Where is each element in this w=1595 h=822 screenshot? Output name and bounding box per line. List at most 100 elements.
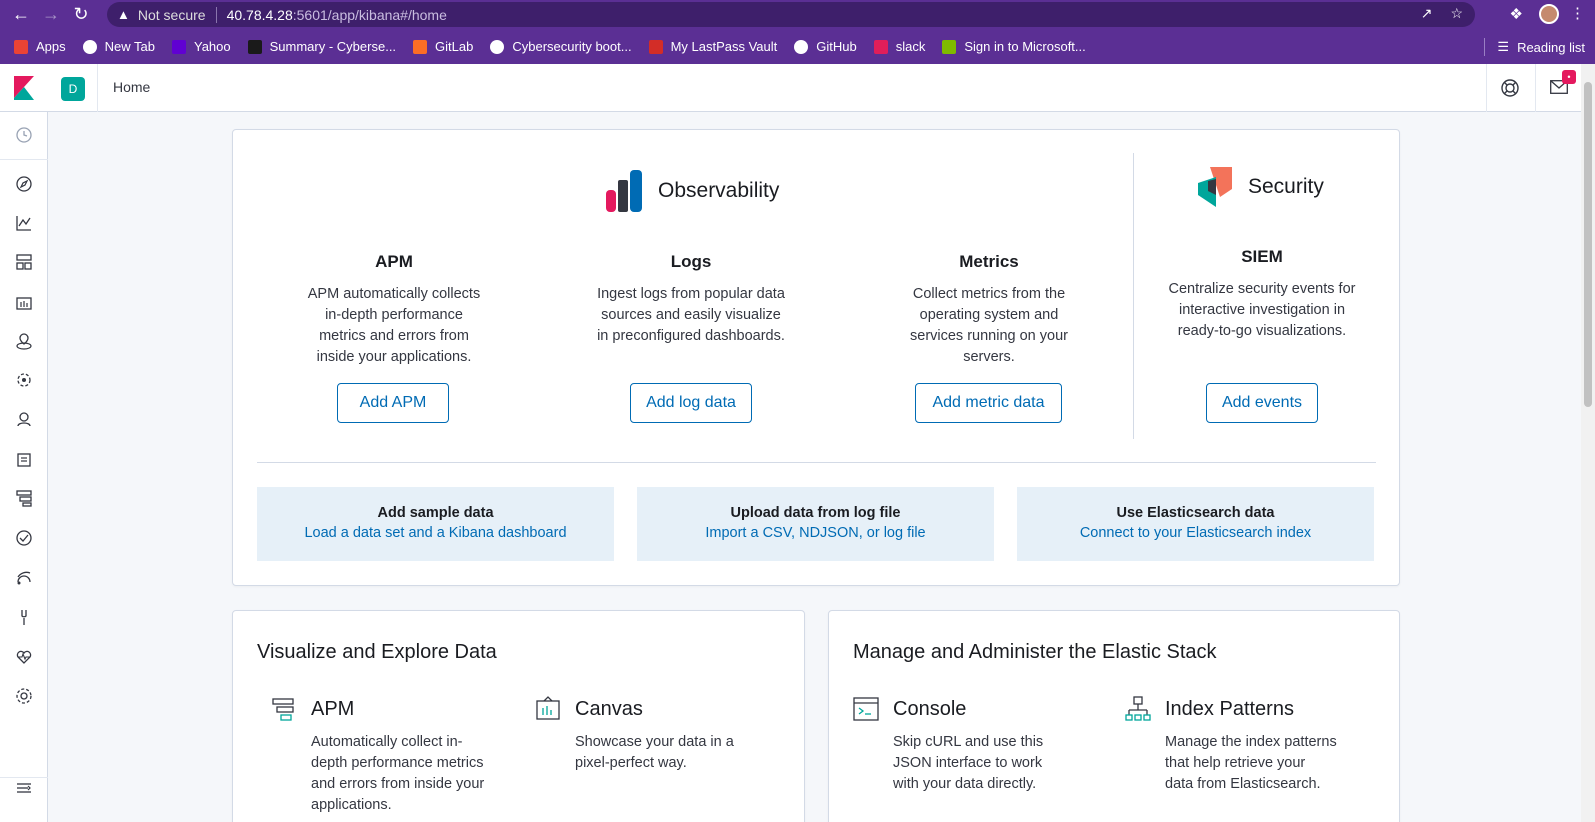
add-sample-data-tile[interactable]: Add sample data Load a data set and a Ki… xyxy=(257,487,614,561)
maps-icon[interactable] xyxy=(14,331,34,351)
observability-icon xyxy=(606,170,642,212)
logs-feature-title: Logs xyxy=(670,252,712,271)
index-patterns-app-entry[interactable]: Index Patterns Manage the index patterns… xyxy=(1125,696,1375,795)
canvas-icon[interactable] xyxy=(14,292,34,312)
bookmark-label: GitLab xyxy=(435,39,474,54)
share-icon[interactable]: ↗ xyxy=(1421,5,1433,22)
address-divider xyxy=(215,6,217,23)
metrics-desc-line: servers. xyxy=(963,349,1015,365)
app-name: Console xyxy=(893,697,967,720)
apm-desc-line: in-depth performance xyxy=(325,307,463,323)
use-elasticsearch-data-tile[interactable]: Use Elasticsearch data Connect to your E… xyxy=(1017,487,1374,561)
tile-link[interactable]: Connect to your Elasticsearch index xyxy=(1017,525,1374,541)
help-icon[interactable] xyxy=(1500,78,1520,98)
upload-log-file-tile[interactable]: Upload data from log file Import a CSV, … xyxy=(637,487,994,561)
bookmark-label: GitHub xyxy=(816,39,857,54)
bookmark-item[interactable]: GitLab xyxy=(413,39,473,54)
console-app-entry[interactable]: Console Skip cURL and use this JSON inter… xyxy=(853,696,1093,795)
bookmark-icon xyxy=(247,39,262,54)
manage-title: Manage and Administer the Elastic Stack xyxy=(853,641,1217,663)
app-desc-line: applications. xyxy=(311,797,392,813)
security-heading: Security xyxy=(1198,167,1324,207)
tile-title: Upload data from log file xyxy=(730,505,901,521)
bookmark-item[interactable]: Yahoo xyxy=(171,39,231,54)
tile-link[interactable]: Load a data set and a Kibana dashboard xyxy=(257,525,614,541)
apm-icon[interactable] xyxy=(14,488,34,508)
warning-icon: ▲ xyxy=(117,7,130,22)
add-events-button[interactable]: Add events xyxy=(1206,383,1318,423)
add-log-data-button[interactable]: Add log data xyxy=(630,383,752,423)
apm-app-entry[interactable]: APM Automatically collect in-depth perfo… xyxy=(271,696,511,816)
collapse-icon[interactable] xyxy=(14,778,34,798)
logs-icon[interactable] xyxy=(14,449,34,469)
bookmark-label: Summary - Cyberse... xyxy=(269,39,397,54)
bookmark-item[interactable]: Apps xyxy=(14,39,66,54)
profile-avatar[interactable] xyxy=(1539,4,1559,24)
recently-viewed-icon[interactable] xyxy=(14,125,34,145)
scrollbar-thumb[interactable] xyxy=(1584,82,1592,407)
reading-list-button[interactable]: ☰ Reading list xyxy=(1484,38,1585,56)
kibana-logo-icon[interactable] xyxy=(12,76,36,100)
bookmark-icon xyxy=(942,39,957,54)
bookmark-item[interactable]: New Tab xyxy=(82,39,155,54)
visualize-icon[interactable] xyxy=(14,213,34,233)
bookmark-label: My LastPass Vault xyxy=(670,39,778,54)
header-divider xyxy=(1535,64,1536,112)
breadcrumb: Home xyxy=(113,79,151,95)
bookmark-item[interactable]: Sign in to Microsoft... xyxy=(942,39,1086,54)
bookmark-icon xyxy=(873,39,888,54)
bookmark-label: Cybersecurity boot... xyxy=(512,39,632,54)
space-avatar[interactable]: D xyxy=(61,77,85,101)
bookmark-label: Apps xyxy=(36,39,66,54)
security-title: Security xyxy=(1248,175,1324,198)
bookmark-item[interactable]: My LastPass Vault xyxy=(648,39,778,54)
app-name: APM xyxy=(311,697,355,720)
bookmark-item[interactable]: slack xyxy=(873,39,925,54)
logs-desc-line: in preconfigured dashboards. xyxy=(597,328,785,344)
app-name: Index Patterns xyxy=(1165,697,1294,720)
management-icon[interactable] xyxy=(14,686,34,706)
tile-link[interactable]: Import a CSV, NDJSON, or log file xyxy=(637,525,994,541)
back-icon[interactable]: ← xyxy=(6,0,36,29)
app-desc-line: with your data directly. xyxy=(893,776,1037,792)
bookmark-item[interactable]: Summary - Cyberse... xyxy=(247,39,397,54)
bookmark-item[interactable]: GitHub xyxy=(794,39,857,54)
dev-tools-icon[interactable] xyxy=(14,607,34,627)
discover-icon[interactable] xyxy=(14,174,34,194)
app-desc-line: JSON interface to work xyxy=(893,755,1043,771)
uptime-icon[interactable] xyxy=(14,528,34,548)
app-desc-line: data from Elasticsearch. xyxy=(1165,776,1321,792)
infrastructure-icon[interactable] xyxy=(14,409,34,429)
reload-icon[interactable]: ↻ xyxy=(66,0,96,29)
app-desc-line: depth performance metrics xyxy=(311,755,484,771)
siem-icon[interactable] xyxy=(14,567,34,587)
extensions-icon[interactable]: ❖ xyxy=(1510,5,1523,23)
visualize-title: Visualize and Explore Data xyxy=(257,641,497,663)
metrics-feature-title: Metrics xyxy=(959,252,1019,271)
add-metric-data-button[interactable]: Add metric data xyxy=(915,383,1062,423)
section-divider xyxy=(1133,153,1134,439)
siem-feature: SIEM Centralize security events for inter… xyxy=(1150,247,1374,342)
menu-icon[interactable]: ⋮ xyxy=(1570,4,1585,22)
app-desc-line: Skip cURL and use this xyxy=(893,734,1044,750)
siem-desc-line: Centralize security events for xyxy=(1168,281,1356,297)
logs-desc-line: Ingest logs from popular data xyxy=(597,286,785,302)
metrics-desc-line: Collect metrics from the xyxy=(912,286,1066,302)
monitoring-icon[interactable] xyxy=(14,646,34,666)
siem-desc-line: ready-to-go visualizations. xyxy=(1177,323,1347,339)
star-icon[interactable]: ☆ xyxy=(1450,5,1463,22)
address-bar[interactable]: ▲ Not secure 40.78.4.28:5601/app/kibana#… xyxy=(107,2,1475,27)
bookmark-icon xyxy=(490,39,505,54)
add-apm-button[interactable]: Add APM xyxy=(337,383,449,423)
siem-feature-title: SIEM xyxy=(1241,247,1283,266)
apm-desc-line: inside your applications. xyxy=(316,349,472,365)
forward-icon[interactable]: → xyxy=(36,0,66,29)
machine-learning-icon[interactable] xyxy=(14,370,34,390)
bookmark-icon xyxy=(82,39,97,54)
dashboard-icon[interactable] xyxy=(14,252,34,272)
logs-feature: Logs Ingest logs from popular data source… xyxy=(580,252,802,347)
scrollbar[interactable] xyxy=(1581,64,1595,822)
canvas-app-entry[interactable]: Canvas Showcase your data in a pixel-perf… xyxy=(535,696,775,774)
siem-desc-line: interactive investigation in xyxy=(1178,302,1346,318)
bookmark-item[interactable]: Cybersecurity boot... xyxy=(490,39,632,54)
